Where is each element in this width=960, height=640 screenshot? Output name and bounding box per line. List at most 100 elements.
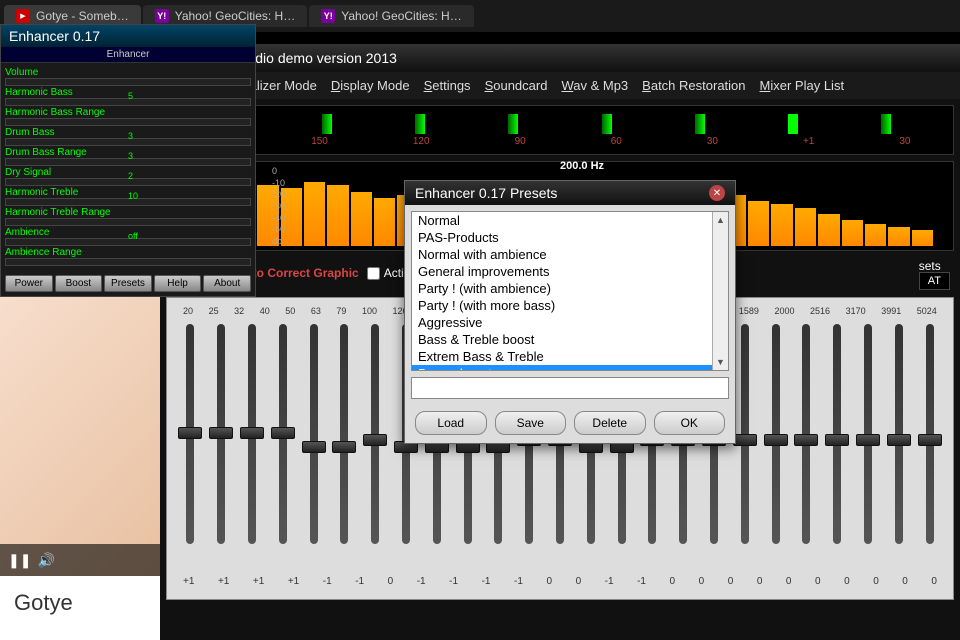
enh-presets-button[interactable]: Presets	[104, 275, 152, 292]
delete-button[interactable]: Delete	[574, 411, 646, 435]
enhancer-header: Enhancer	[1, 47, 255, 63]
load-button[interactable]: Load	[415, 411, 487, 435]
enhancer-control: Drum Bass Range3	[5, 147, 251, 166]
eq-slider[interactable]	[793, 324, 820, 564]
preset-item[interactable]: Normal with ambience	[412, 246, 728, 263]
scroll-down-icon[interactable]: ▼	[713, 354, 728, 370]
dialog-title-bar[interactable]: Enhancer 0.17 Presets ✕	[405, 181, 735, 205]
enhancer-control: Dry Signal2	[5, 167, 251, 186]
activate-checkbox[interactable]	[367, 267, 380, 280]
preset-item[interactable]: Bass & Treble boost	[412, 331, 728, 348]
enhancer-slider-value: off	[128, 231, 138, 241]
enhancer-slider-value: 10	[128, 191, 138, 201]
db-value: -1	[514, 576, 523, 587]
close-icon[interactable]: ✕	[709, 185, 725, 201]
enhancer-buttons: Power Boost Presets Help About	[1, 271, 255, 296]
scrollbar[interactable]: ▲ ▼	[712, 212, 728, 370]
enhancer-control: Harmonic Bass Range	[5, 107, 251, 126]
yahoo-icon: Y!	[155, 9, 169, 23]
db-value: +1	[253, 576, 264, 587]
preset-item[interactable]: Extrem Bass & Treble	[412, 348, 728, 365]
spectrum-bar	[818, 214, 839, 246]
volume-icon[interactable]: 🔊	[37, 552, 54, 569]
freq-label: 2000	[774, 306, 794, 316]
preset-item[interactable]: Aggressive	[412, 314, 728, 331]
tab-label: Yahoo! GeoCities: H…	[341, 9, 462, 23]
enhancer-slider[interactable]	[5, 258, 251, 266]
spectrum-bar	[771, 204, 792, 246]
preset-item[interactable]: Party ! (with ambience)	[412, 280, 728, 297]
db-value: -1	[417, 576, 426, 587]
enhancer-control-label: Volume	[5, 67, 251, 78]
presets-label: sets	[919, 259, 941, 273]
enhancer-slider[interactable]: 5	[5, 98, 251, 106]
tab-yahoo-2[interactable]: Y! Yahoo! GeoCities: H…	[309, 5, 474, 27]
enh-boost-button[interactable]: Boost	[55, 275, 103, 292]
db-value: 0	[786, 576, 792, 587]
video-frame[interactable]: ❚❚ 🔊	[0, 266, 160, 576]
enhancer-control-label: Harmonic Treble Range	[5, 207, 251, 218]
preset-item[interactable]: Drums boost	[412, 365, 728, 371]
spectrum-bar	[795, 208, 816, 246]
save-button[interactable]: Save	[495, 411, 567, 435]
enhancer-slider-value: 3	[128, 131, 133, 141]
eq-slider[interactable]	[762, 324, 789, 564]
eq-slider[interactable]	[208, 324, 235, 564]
eq-slider[interactable]	[885, 324, 912, 564]
enh-about-button[interactable]: About	[203, 275, 251, 292]
preset-name-input[interactable]	[411, 377, 729, 399]
spectrum-bar	[888, 227, 909, 246]
enhancer-slider-value: 2	[128, 171, 133, 181]
db-value: 0	[931, 576, 937, 587]
enhancer-slider[interactable]: 3	[5, 158, 251, 166]
eq-slider[interactable]	[300, 324, 327, 564]
ok-button[interactable]: OK	[654, 411, 726, 435]
menu-mixer-playlist[interactable]: Mixer Play List	[756, 76, 849, 95]
presets-panel: sets AT	[919, 259, 950, 287]
preset-list[interactable]: NormalPAS-ProductsNormal with ambienceGe…	[411, 211, 729, 371]
preset-item[interactable]: PAS-Products	[412, 229, 728, 246]
preset-item[interactable]: Party ! (with more bass)	[412, 297, 728, 314]
menu-settings[interactable]: Settings	[420, 76, 475, 95]
enhancer-control-label: Harmonic Bass Range	[5, 107, 251, 118]
enhancer-slider[interactable]	[5, 218, 251, 226]
eq-slider[interactable]	[824, 324, 851, 564]
enhancer-slider[interactable]: off	[5, 238, 251, 246]
dialog-title: Enhancer 0.17 Presets	[415, 185, 557, 201]
menu-display-mode[interactable]: Display Mode	[327, 76, 414, 95]
enhancer-slider[interactable]	[5, 78, 251, 86]
freq-label: 32	[234, 306, 244, 316]
preset-item[interactable]: Normal	[412, 212, 728, 229]
eq-slider[interactable]	[916, 324, 943, 564]
db-value: -1	[637, 576, 646, 587]
menu-wav-mp3[interactable]: Wav & Mp3	[557, 76, 632, 95]
enhancer-control: Ambience Range	[5, 247, 251, 266]
freq-label: 5024	[917, 306, 937, 316]
spectrum-bar	[351, 192, 372, 246]
eq-slider[interactable]	[362, 324, 389, 564]
eq-slider[interactable]	[177, 324, 204, 564]
scroll-up-icon[interactable]: ▲	[713, 212, 728, 228]
enhancer-slider[interactable]: 10	[5, 198, 251, 206]
enhancer-control: Harmonic Treble Range	[5, 207, 251, 226]
db-value: +1	[183, 576, 194, 587]
db-value: 0	[902, 576, 908, 587]
enhancer-slider[interactable]: 2	[5, 178, 251, 186]
eq-slider[interactable]	[269, 324, 296, 564]
menu-batch-restoration[interactable]: Batch Restoration	[638, 76, 749, 95]
enh-help-button[interactable]: Help	[154, 275, 202, 292]
preset-item[interactable]: General improvements	[412, 263, 728, 280]
preset-display: AT	[919, 272, 950, 290]
yahoo-icon: Y!	[321, 9, 335, 23]
enh-power-button[interactable]: Power	[5, 275, 53, 292]
eq-slider[interactable]	[239, 324, 266, 564]
menu-soundcard[interactable]: Soundcard	[481, 76, 552, 95]
video-controls: ❚❚ 🔊	[0, 544, 160, 576]
eq-slider[interactable]	[855, 324, 882, 564]
enhancer-slider[interactable]	[5, 118, 251, 126]
enhancer-slider[interactable]: 3	[5, 138, 251, 146]
pause-icon[interactable]: ❚❚	[8, 552, 31, 569]
eq-slider[interactable]	[331, 324, 358, 564]
enhancer-title[interactable]: Enhancer 0.17	[1, 25, 255, 47]
freq-label: 50	[285, 306, 295, 316]
